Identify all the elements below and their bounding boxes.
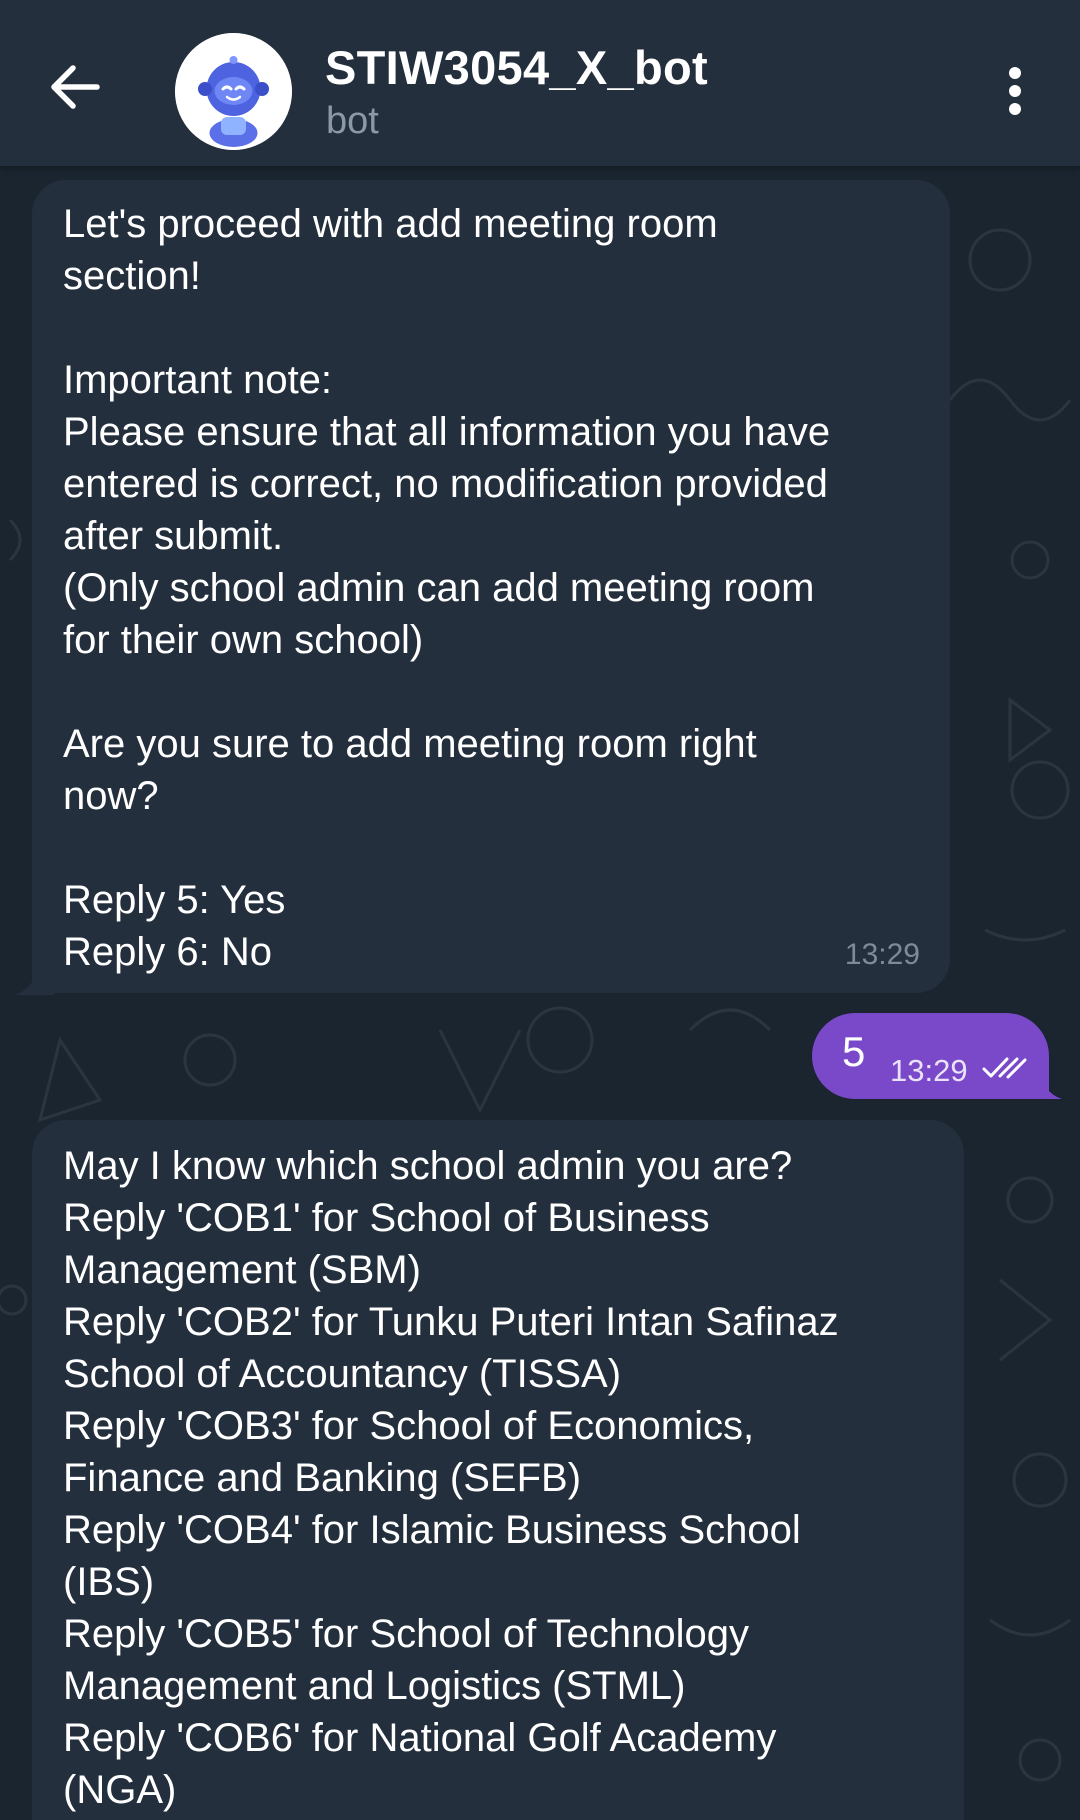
message-line: Please ensure that all information you h…: [63, 410, 831, 454]
message-line: Reply 'COB1' for School of Business: [63, 1196, 710, 1240]
chat-subtitle: bot: [326, 100, 379, 142]
message-line: Finance and Banking (SEFB): [63, 1456, 582, 1500]
message-line: Are you sure to add meeting room right: [63, 722, 757, 766]
message-line: (Only school admin can add meeting room: [63, 566, 815, 610]
message-line: now?: [63, 774, 159, 818]
message-timestamp: 13:29: [844, 938, 920, 971]
message-line: Reply 'COB2' for Tunku Puteri Intan Safi…: [63, 1300, 839, 1344]
message-line: Important note:: [63, 358, 333, 402]
message-line: section!: [63, 254, 201, 298]
double-check-icon: [982, 1057, 1027, 1079]
chat-screen: STIW3054_X_bot bot Let's proceed with ad…: [0, 0, 1080, 1820]
message-line: Reply 'COB4' for Islamic Business School: [63, 1508, 801, 1552]
message-line: Reply 6: No: [63, 930, 272, 974]
message-line: Reply 'COB3' for School of Economics,: [63, 1404, 755, 1448]
more-options-button[interactable]: [985, 56, 1045, 126]
message-line: Reply 'COB6' for National Golf Academy: [63, 1716, 777, 1760]
message-line: Management and Logistics (STML): [63, 1664, 686, 1708]
robot-avatar-icon: [175, 33, 292, 150]
back-button[interactable]: [38, 50, 112, 124]
message-line: [63, 822, 920, 874]
message-line: School of Accountancy (TISSA): [63, 1352, 622, 1396]
arrow-left-icon: [51, 65, 100, 109]
message-line: after submit.: [63, 514, 284, 558]
message-line: (IBS): [63, 1560, 155, 1604]
message-text: 5: [842, 1028, 866, 1075]
bot-avatar[interactable]: [175, 33, 292, 150]
message-line: Reply 5: Yes: [63, 878, 286, 922]
outgoing-message[interactable]: 5 13:29: [812, 1013, 1049, 1099]
message-line: (NGA): [63, 1768, 177, 1812]
incoming-message[interactable]: Let's proceed with add meeting room sect…: [32, 180, 950, 993]
incoming-message[interactable]: May I know which school admin you are? R…: [32, 1120, 964, 1820]
message-timestamp: 13:29: [890, 1053, 968, 1088]
message-line: [63, 302, 920, 354]
chat-header: STIW3054_X_bot bot: [0, 0, 1080, 166]
message-line: Let's proceed with add meeting room: [63, 202, 718, 246]
message-line: Management (SBM): [63, 1248, 421, 1292]
message-line: [63, 666, 920, 718]
message-line: May I know which school admin you are?: [63, 1144, 793, 1188]
message-line: Reply 'COB5' for School of Technology: [63, 1612, 750, 1656]
more-vertical-icon: [1009, 67, 1021, 115]
message-line: for their own school): [63, 618, 424, 662]
message-line: entered is correct, no modification prov…: [63, 462, 828, 506]
chat-title[interactable]: STIW3054_X_bot: [325, 40, 708, 95]
